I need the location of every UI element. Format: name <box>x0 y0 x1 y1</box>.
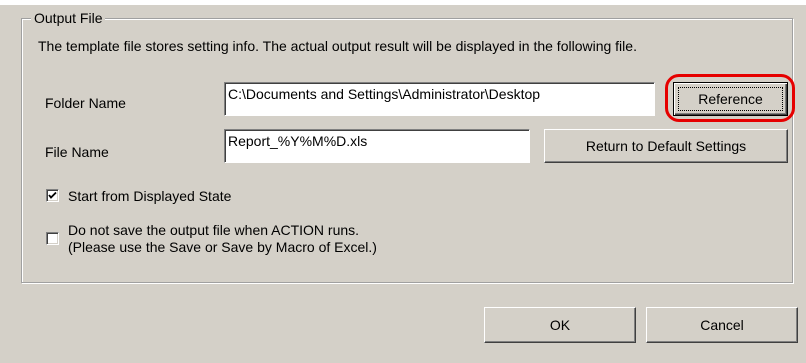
no-save-label-line2[interactable]: (Please use the Save or Save by Macro of… <box>68 238 377 256</box>
reference-button[interactable]: Reference <box>673 82 788 116</box>
focus-indicator <box>678 87 783 111</box>
file-name-label: File Name <box>45 144 109 160</box>
start-displayed-checkbox[interactable] <box>46 189 59 202</box>
return-to-default-label: Return to Default Settings <box>585 138 747 154</box>
output-file-dialog: Output File The template file stores set… <box>0 0 806 363</box>
start-displayed-label[interactable]: Start from Displayed State <box>68 187 231 205</box>
ok-button[interactable]: OK <box>484 307 636 343</box>
return-to-default-button[interactable]: Return to Default Settings <box>544 129 788 163</box>
no-save-label-line1[interactable]: Do not save the output file when ACTION … <box>68 221 359 239</box>
group-title: Output File <box>31 9 106 27</box>
top-edge <box>0 0 806 5</box>
checkmark-icon <box>48 191 57 199</box>
no-save-checkbox[interactable] <box>46 232 59 245</box>
folder-name-input[interactable]: C:\Documents and Settings\Administrator\… <box>224 82 655 116</box>
ok-button-label: OK <box>549 317 571 333</box>
cancel-button-label: Cancel <box>700 317 744 333</box>
cancel-button[interactable]: Cancel <box>646 307 798 343</box>
folder-name-label: Folder Name <box>45 95 126 111</box>
file-name-input[interactable]: Report_%Y%M%D.xls <box>224 129 530 163</box>
group-description: The template file stores setting info. T… <box>38 38 637 54</box>
